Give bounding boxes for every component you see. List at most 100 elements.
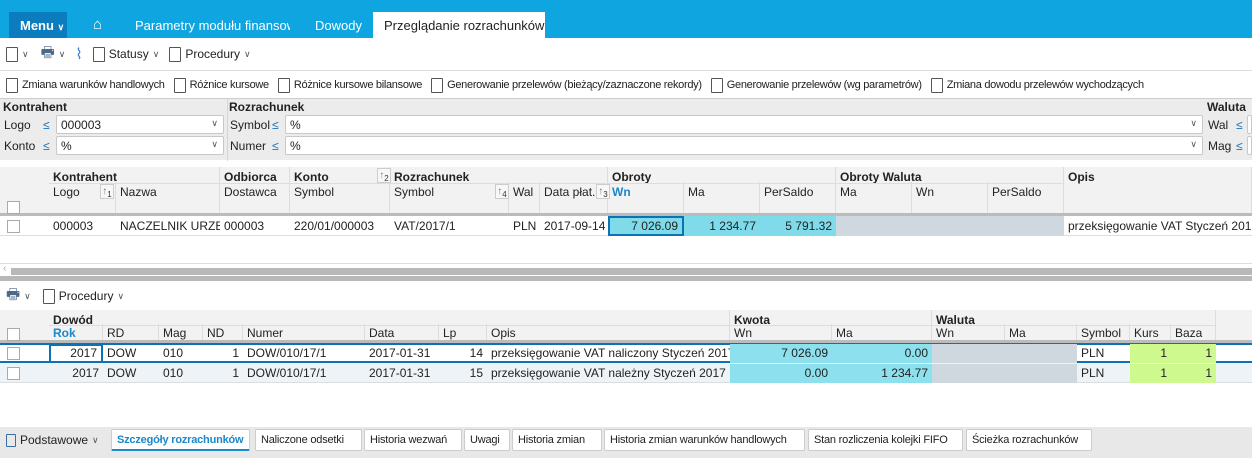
splitter[interactable]: [0, 276, 1252, 281]
scroll-left-icon[interactable]: ‹: [3, 263, 6, 274]
home-icon[interactable]: ⌂: [93, 16, 102, 33]
procedury-button[interactable]: Procedury: [185, 47, 240, 61]
select-all-checkbox[interactable]: [7, 328, 20, 341]
generowanie-biezacy-button[interactable]: Generowanie przelewów (bieżący/zaznaczon…: [447, 79, 702, 91]
cell: 1 234.77: [684, 216, 760, 236]
sort-arrow-icon[interactable]: ↑1: [100, 184, 114, 199]
operator-icon[interactable]: ≤: [1236, 118, 1243, 132]
cell: przeksięgowanie VAT naliczony Styczeń 20…: [491, 346, 730, 360]
column-header[interactable]: Ma: [684, 182, 760, 213]
column-header[interactable]: Wal: [509, 182, 540, 213]
settlements-grid: Kontrahent Odbiorca Konto Rozrachunek Obroty…: [0, 167, 1252, 263]
tab-parametry[interactable]: Parametry modułu finansowego: [135, 12, 290, 38]
numer-label: Numer: [230, 139, 267, 153]
column-header[interactable]: Symbol: [290, 182, 390, 213]
column-header[interactable]: Symbol: [1077, 324, 1130, 340]
sort-arrow-icon[interactable]: ↑2: [377, 168, 391, 183]
bottom-tab[interactable]: Historia wezwań: [364, 429, 462, 451]
column-header[interactable]: Ma: [1005, 324, 1077, 340]
preview-icon[interactable]: [6, 46, 18, 62]
bottom-tab[interactable]: Ścieżka rozrachunków: [966, 429, 1092, 451]
column-header[interactable]: Symbol: [390, 182, 509, 213]
row-checkbox[interactable]: [7, 220, 20, 233]
wal-label: Wal: [1208, 118, 1229, 132]
operator-icon[interactable]: ≤: [272, 118, 279, 132]
operator-icon[interactable]: ≤: [43, 118, 50, 132]
column-header[interactable]: PerSaldo: [988, 182, 1064, 213]
cell: PLN: [1081, 366, 1105, 380]
column-header[interactable]: Wn: [912, 182, 988, 213]
generowanie-wg-parametrow-button[interactable]: Generowanie przelewów (wg parametrów): [727, 79, 922, 91]
operator-icon[interactable]: ≤: [1236, 139, 1243, 153]
statusy-button[interactable]: Statusy: [109, 47, 149, 61]
cell: DOW: [107, 346, 137, 360]
tab-przegladanie[interactable]: Przeglądanie rozrachunków: [373, 12, 545, 38]
column-header[interactable]: Data: [365, 324, 439, 340]
chevron-down-icon[interactable]: ∨: [22, 49, 29, 60]
zmiana-warunkow-button[interactable]: Zmiana warunków handlowych: [22, 79, 165, 91]
column-header[interactable]: Wn: [730, 324, 832, 340]
attachment-icon[interactable]: ⌇: [75, 45, 82, 63]
tab-dowody[interactable]: Dowody: [315, 12, 362, 38]
column-header[interactable]: RD: [103, 324, 159, 340]
cell: przeksięgowanie VAT należny Styczeń 2017: [491, 366, 726, 380]
sort-arrow-icon[interactable]: ↑3: [596, 184, 610, 199]
chevron-down-icon[interactable]: ∨: [24, 291, 31, 302]
mag-input[interactable]: [1247, 136, 1252, 155]
select-all-checkbox[interactable]: [7, 201, 20, 214]
numer-input[interactable]: % ∨: [285, 136, 1203, 155]
rozrachunek-group-label: Rozrachunek: [229, 100, 305, 114]
sort-arrow-icon[interactable]: ↑4: [495, 184, 509, 199]
row-checkbox[interactable]: [7, 347, 20, 360]
divider: [0, 70, 1252, 71]
column-header[interactable]: Dostawca: [220, 182, 290, 213]
sort-order: 3: [603, 190, 608, 199]
symbol-input[interactable]: % ∨: [285, 115, 1203, 134]
bottom-tab[interactable]: Historia zmian: [512, 429, 602, 451]
column-header[interactable]: Mag: [159, 324, 203, 340]
column-header[interactable]: Wn: [608, 182, 684, 213]
bottom-tab[interactable]: Stan rozliczenia kolejki FIFO: [808, 429, 963, 451]
column-header[interactable]: Nazwa: [116, 182, 220, 213]
print-icon[interactable]: 🖶: [6, 284, 20, 309]
column-header[interactable]: Kurs: [1130, 324, 1171, 340]
column-header[interactable]: PerSaldo: [760, 182, 836, 213]
zmiana-dowodu-button[interactable]: Zmiana dowodu przelewów wychodzących: [947, 79, 1144, 91]
symbol-label: Symbol: [230, 118, 271, 132]
roznice-kursowe-button[interactable]: Różnice kursowe: [190, 79, 270, 91]
horizontal-scrollbar[interactable]: ‹: [0, 263, 1252, 275]
column-header[interactable]: Numer: [243, 324, 365, 340]
column-header[interactable]: Ma: [836, 182, 912, 213]
cell: 1: [1171, 344, 1216, 363]
bottom-tab[interactable]: Naliczone odsetki: [255, 429, 362, 451]
roznice-bilansowe-button[interactable]: Różnice kursowe bilansowe: [294, 79, 423, 91]
column-header[interactable]: ND: [203, 324, 243, 340]
bottom-tab[interactable]: Uwagi: [464, 429, 510, 451]
cell: 7 026.09: [608, 216, 684, 236]
chevron-down-icon[interactable]: ∨: [153, 49, 160, 60]
sort-order: 1: [107, 190, 112, 199]
scrollbar-thumb[interactable]: [11, 268, 1252, 275]
column-header[interactable]: Ma: [832, 324, 932, 340]
menu-button[interactable]: Menu ∨: [9, 12, 67, 38]
konto-input[interactable]: % ∨: [56, 136, 224, 155]
column-header[interactable]: Lp: [439, 324, 487, 340]
column-header[interactable]: Opis: [487, 324, 730, 340]
operator-icon[interactable]: ≤: [43, 139, 50, 153]
operator-icon[interactable]: ≤: [272, 139, 279, 153]
view-selector[interactable]: Podstawowe ∨: [6, 433, 99, 447]
bottom-tab[interactable]: Historia zmian warunków handlowych: [604, 429, 805, 451]
row-checkbox[interactable]: [7, 367, 20, 380]
logo-input[interactable]: 000003 ∨: [56, 115, 224, 134]
chevron-down-icon[interactable]: ∨: [59, 49, 66, 60]
column-header[interactable]: Rok: [49, 324, 103, 340]
print-icon[interactable]: 🖶: [41, 42, 55, 67]
chevron-down-icon[interactable]: ∨: [117, 291, 124, 302]
chevron-down-icon[interactable]: ∨: [244, 49, 251, 60]
column-header[interactable]: Wn: [932, 324, 1005, 340]
procedury-button[interactable]: Procedury: [59, 289, 114, 303]
cell: DOW/010/17/1: [247, 366, 327, 380]
bottom-tab[interactable]: Szczegóły rozrachunków: [111, 429, 250, 451]
wal-input[interactable]: [1247, 115, 1252, 134]
column-header[interactable]: Baza: [1171, 324, 1216, 340]
